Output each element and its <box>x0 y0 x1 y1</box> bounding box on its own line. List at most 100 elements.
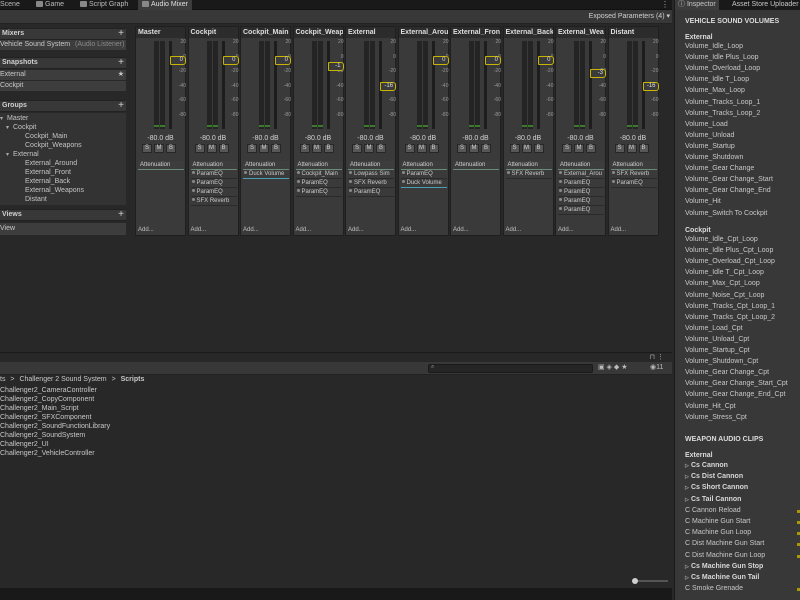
volume-fader-track[interactable] <box>274 41 277 129</box>
audio-clip-field[interactable]: C Dist Machine Gun Start <box>685 538 764 549</box>
star-icon[interactable]: ★ <box>118 70 124 80</box>
volume-field[interactable]: Volume_Overload_Loop <box>685 63 760 74</box>
file-item[interactable]: Challenger2_CopyComponent <box>0 395 94 404</box>
volume-field[interactable]: Volume_Stress_Cpt <box>685 412 747 423</box>
solo-button[interactable]: S <box>352 144 362 153</box>
solo-button[interactable]: S <box>614 144 625 153</box>
effect-slot[interactable]: ParamEQ <box>558 179 604 188</box>
volume-field[interactable]: Volume_Max_Loop <box>685 85 745 96</box>
bypass-button[interactable]: B <box>533 144 544 153</box>
group-item[interactable]: External_Around <box>0 159 126 168</box>
volume-field[interactable]: Volume_Gear Change_Start <box>685 174 773 185</box>
view-item[interactable]: View <box>0 223 126 235</box>
volume-field[interactable]: Volume_Switch To Cockpit <box>685 208 767 219</box>
volume-fader-track[interactable] <box>589 41 592 129</box>
solo-button[interactable]: S <box>247 144 257 153</box>
volume-field[interactable]: Volume_Shutdown <box>685 152 743 163</box>
tab-game[interactable]: Game <box>32 0 68 10</box>
attenuation-effect[interactable]: Attenuation <box>348 161 394 170</box>
volume-fader-handle[interactable]: 0 <box>170 56 186 65</box>
solo-button[interactable]: S <box>562 144 572 153</box>
filter-icons[interactable]: ▣ ◈ ◆ ★ <box>598 363 628 371</box>
lock-icon[interactable]: ⊓ ⋮ <box>650 353 664 361</box>
group-item[interactable]: Distant <box>0 195 126 204</box>
volume-field[interactable]: Volume_Idle T_Cpt_Loop <box>685 267 764 278</box>
volume-field[interactable]: Volume_Idle Plus_Cpt_Loop <box>685 245 773 256</box>
add-effect-button[interactable]: Add... <box>558 227 574 233</box>
mute-button[interactable]: M <box>574 144 584 153</box>
volume-field[interactable]: Volume_Max_Cpt_Loop <box>685 278 760 289</box>
effect-slot[interactable]: ParamEQ <box>558 188 604 197</box>
attenuation-effect[interactable]: Attenuation <box>400 161 447 170</box>
mute-button[interactable]: M <box>469 144 479 153</box>
tab-inspector[interactable]: ⓘ Inspector <box>675 0 719 10</box>
volume-field[interactable]: Volume_Gear Change_Start_Cpt <box>685 378 788 389</box>
effect-slot[interactable]: Cockpit_Main <box>295 170 342 179</box>
mute-button[interactable]: M <box>154 144 164 153</box>
bypass-button[interactable]: B <box>271 144 281 153</box>
add-effect-button[interactable]: Add... <box>296 227 312 233</box>
attenuation-effect[interactable]: Attenuation <box>558 161 604 170</box>
effect-slot[interactable]: ParamEQ <box>190 179 237 188</box>
volume-field[interactable]: Volume_Idle_Loop <box>685 41 743 52</box>
group-item[interactable]: External_Back <box>0 177 126 186</box>
mixer-strip[interactable]: Cockpit_Main200-20-40-60-800-80.0 dBSMBA… <box>240 26 291 236</box>
effect-slot[interactable]: ParamEQ <box>190 188 237 197</box>
group-item[interactable]: External_Weapons <box>0 186 126 195</box>
effect-slot[interactable]: ParamEQ <box>610 179 657 188</box>
tab-asset-store-uploader[interactable]: Asset Store Uploader <box>729 0 800 10</box>
group-item[interactable]: Cockpit_Main <box>0 132 126 141</box>
volume-field[interactable]: Volume_Startup <box>685 141 735 152</box>
attenuation-effect[interactable]: Attenuation <box>190 161 237 170</box>
volume-fader-handle[interactable]: -16 <box>642 82 659 91</box>
add-effect-button[interactable]: Add... <box>611 227 627 233</box>
mute-button[interactable]: M <box>259 144 269 153</box>
mixer-strip[interactable]: External200-20-40-60-80-16-80.0 dBSMBAtt… <box>345 26 396 236</box>
add-effect-button[interactable]: Add... <box>191 227 207 233</box>
mute-button[interactable]: M <box>206 144 217 153</box>
audio-clip-field[interactable]: ▷ Cs Cannon <box>685 460 728 471</box>
volume-field[interactable]: Volume_Gear Change <box>685 163 754 174</box>
volume-field[interactable]: Volume_Overload_Cpt_Loop <box>685 256 775 267</box>
volume-fader-track[interactable] <box>484 41 487 129</box>
attenuation-effect[interactable]: Attenuation <box>138 161 184 170</box>
solo-button[interactable]: S <box>142 144 152 153</box>
mixer-strip[interactable]: External_Arou200-20-40-60-800-80.0 dBSMB… <box>397 26 449 236</box>
audio-clip-field[interactable]: C Machine Gun Start <box>685 516 750 527</box>
volume-field[interactable]: Volume_Idle T_Loop <box>685 74 749 85</box>
volume-fader-track[interactable] <box>431 41 435 129</box>
audio-clip-field[interactable]: C Cannon Reload <box>685 505 741 516</box>
file-item[interactable]: Challenger2_CameraController <box>0 386 97 395</box>
mute-button[interactable]: M <box>521 144 532 153</box>
tab-script-graph[interactable]: Script Graph <box>76 0 132 10</box>
bypass-button[interactable]: B <box>323 144 334 153</box>
solo-button[interactable]: S <box>299 144 310 153</box>
tab-scene[interactable]: Scene <box>0 0 24 10</box>
project-search-input[interactable]: ⌕ <box>428 364 593 373</box>
file-item[interactable]: Challenger2_UI <box>0 440 49 449</box>
effect-slot[interactable]: SFX Reverb <box>190 197 237 206</box>
volume-fader-handle[interactable]: -1 <box>327 62 344 71</box>
bypass-button[interactable]: B <box>481 144 491 153</box>
exposed-parameters-dropdown[interactable]: Exposed Parameters (4) ▾ <box>589 12 670 22</box>
bypass-button[interactable]: B <box>166 144 176 153</box>
group-item[interactable]: ▾ Master <box>0 114 126 123</box>
solo-button[interactable]: S <box>457 144 467 153</box>
breadcrumb-item[interactable]: Challenger 2 Sound System <box>19 376 106 383</box>
bypass-button[interactable]: B <box>376 144 386 153</box>
add-view-button[interactable]: + <box>118 209 124 220</box>
bypass-button[interactable]: B <box>428 144 439 153</box>
volume-field[interactable]: Volume_Hit_Cpt <box>685 401 736 412</box>
attenuation-effect[interactable]: Attenuation <box>295 161 342 170</box>
mute-button[interactable]: M <box>311 144 322 153</box>
solo-button[interactable]: S <box>194 144 205 153</box>
file-item[interactable]: Challenger2_SoundFunctionLibrary <box>0 422 110 431</box>
effect-slot[interactable]: Duck Volume <box>243 170 289 179</box>
effect-slot[interactable]: SFX Reverb <box>348 179 394 188</box>
audio-clip-field[interactable]: C Dist Machine Gun Loop <box>685 550 765 561</box>
volume-fader-handle[interactable]: -3 <box>590 69 606 78</box>
icon-size-slider-handle[interactable] <box>632 578 638 584</box>
volume-field[interactable]: Volume_Tracks_Cpt_Loop_1 <box>685 301 775 312</box>
volume-fader-track[interactable] <box>221 41 225 129</box>
effect-slot[interactable]: External_Arou <box>558 170 604 179</box>
